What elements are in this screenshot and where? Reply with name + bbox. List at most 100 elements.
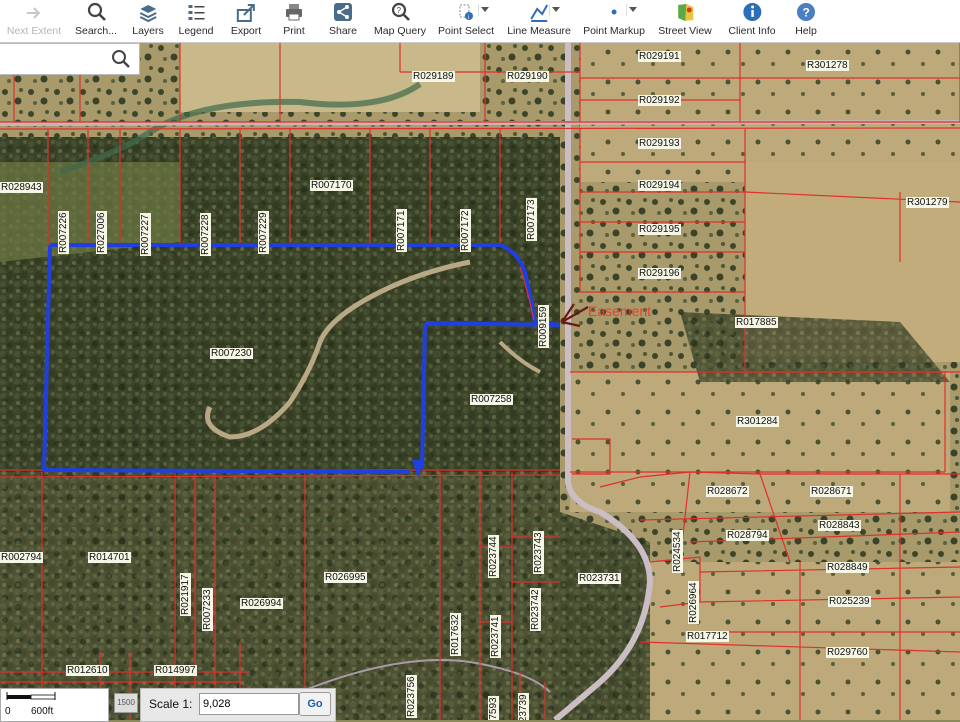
parcel-label[interactable]: R002794 <box>0 552 43 563</box>
parcel-label[interactable]: R007172 <box>460 209 471 252</box>
parcel-label[interactable]: R029760 <box>826 647 869 658</box>
toolbar: Next Extent Search... Layers Legend Export Pr… <box>0 0 960 43</box>
scale-preset-icon[interactable]: 1500 <box>114 693 138 713</box>
parcel-label[interactable]: R023739 <box>518 693 529 720</box>
toolbar-help-button[interactable]: ? Help <box>795 0 817 42</box>
parcel-label[interactable]: R301278 <box>806 60 849 71</box>
parcel-label[interactable]: R028843 <box>818 520 861 531</box>
toolbar-legend-button[interactable]: Legend <box>178 0 214 42</box>
toolbar-label: Point Select <box>437 25 495 37</box>
parcel-label[interactable]: R029189 <box>412 71 455 82</box>
parcel-label[interactable]: R023743 <box>533 531 544 574</box>
parcel-label[interactable]: R026964 <box>688 581 699 624</box>
export-icon <box>235 1 257 23</box>
toolbar-label: Map Query <box>374 25 426 37</box>
parcel-label[interactable]: R029194 <box>638 180 681 191</box>
point-markup-dropdown-icon[interactable] <box>626 4 637 16</box>
parcel-label[interactable]: R017885 <box>735 317 778 328</box>
parcel-label[interactable]: R029192 <box>638 95 681 106</box>
parcel-label[interactable]: R029190 <box>506 71 549 82</box>
parcel-label[interactable]: R017712 <box>686 631 729 642</box>
toolbar-map-query-button[interactable]: ? Map Query <box>374 0 426 42</box>
parcel-label[interactable]: R007227 <box>140 213 151 256</box>
parcel-label[interactable]: R028943 <box>0 182 43 193</box>
parcel-label[interactable]: R007258 <box>470 394 513 405</box>
point-markup-icon <box>603 1 625 23</box>
share-icon <box>332 1 354 23</box>
toolbar-export-button[interactable]: Export <box>231 0 261 42</box>
toolbar-search-button[interactable]: Search... <box>75 0 117 42</box>
parcel-label[interactable]: R028671 <box>810 486 853 497</box>
parcel-label[interactable]: R301284 <box>736 416 779 427</box>
point-select-dropdown-icon[interactable] <box>478 4 489 16</box>
parcel-label[interactable]: R028794 <box>726 530 769 541</box>
toolbar-share-button[interactable]: Share <box>329 0 357 42</box>
toolbar-label: Line Measure <box>507 25 571 37</box>
parcel-label[interactable]: R009159 <box>538 305 549 348</box>
parcel-label[interactable]: R023742 <box>530 588 541 631</box>
search-box[interactable] <box>0 43 140 75</box>
toolbar-client-info-button[interactable]: Client Info <box>728 0 776 42</box>
line-measure-icon <box>528 1 550 23</box>
parcel-label[interactable]: R023731 <box>578 573 621 584</box>
search-icon <box>85 1 107 23</box>
toolbar-label: Street View <box>658 25 712 37</box>
svg-text:?: ? <box>397 6 402 15</box>
scale-bar-end: 600ft <box>31 706 54 717</box>
parcel-label[interactable]: R025239 <box>828 596 871 607</box>
parcel-label[interactable]: R007230 <box>210 348 253 359</box>
toolbar-label: Print <box>283 25 305 37</box>
parcel-label[interactable]: R012610 <box>66 665 109 676</box>
parcel-label[interactable]: R007171 <box>396 209 407 252</box>
parcel-label[interactable]: R026995 <box>324 572 367 583</box>
parcel-label[interactable]: R007229 <box>258 211 269 254</box>
parcel-label[interactable]: R301279 <box>906 197 949 208</box>
parcel-label[interactable]: R029195 <box>638 224 681 235</box>
scale-bar-start: 0 <box>5 706 11 717</box>
easement-annotation: Easement <box>588 303 652 319</box>
scale-bar: 0 600ft <box>0 688 109 722</box>
parcel-label[interactable]: R023756 <box>406 675 417 718</box>
line-measure-dropdown-icon[interactable] <box>549 4 560 16</box>
parcel-label[interactable]: R007233 <box>202 588 213 631</box>
search-input[interactable] <box>4 49 108 69</box>
parcel-label[interactable]: R029196 <box>638 268 681 279</box>
toolbar-line-measure-button[interactable]: Line Measure <box>507 0 571 42</box>
parcel-label[interactable]: R023741 <box>490 615 501 658</box>
toolbar-next-extent-button[interactable]: Next Extent <box>7 0 61 42</box>
parcel-label[interactable]: R017593 <box>488 696 499 720</box>
toolbar-label: Next Extent <box>6 25 62 37</box>
parcel-label[interactable]: R024534 <box>672 530 683 573</box>
parcel-label[interactable]: R028849 <box>826 562 869 573</box>
toolbar-label: Legend <box>178 25 214 37</box>
toolbar-street-view-button[interactable]: Street View <box>658 0 712 42</box>
aerial-map[interactable] <box>0 42 960 720</box>
parcel-label[interactable]: R007170 <box>310 180 353 191</box>
parcel-label[interactable]: R014701 <box>88 552 131 563</box>
go-button[interactable]: Go <box>299 692 331 716</box>
map-view[interactable]: R029189 R029190 R029191 R301278 R029192 R0291… <box>0 42 960 720</box>
next-extent-icon <box>23 1 45 23</box>
parcel-label[interactable]: R014997 <box>154 665 197 676</box>
parcel-label[interactable]: R007173 <box>526 198 537 241</box>
parcel-label[interactable]: R027006 <box>96 211 107 254</box>
parcel-label[interactable]: R029193 <box>638 138 681 149</box>
parcel-label[interactable]: R026994 <box>240 598 283 609</box>
map-query-icon: ? <box>389 1 411 23</box>
scale-input[interactable] <box>199 693 299 715</box>
parcel-label[interactable]: R017632 <box>450 613 461 656</box>
scale-label: Scale 1: <box>149 697 193 711</box>
legend-icon <box>185 1 207 23</box>
print-icon <box>283 1 305 23</box>
parcel-label[interactable]: R028672 <box>706 486 749 497</box>
search-icon[interactable] <box>111 49 131 69</box>
parcel-label[interactable]: R023744 <box>488 535 499 578</box>
parcel-label[interactable]: R029191 <box>638 51 681 62</box>
toolbar-label: Export <box>230 25 262 37</box>
toolbar-layers-button[interactable]: Layers <box>132 0 164 42</box>
toolbar-print-button[interactable]: Print <box>283 0 305 42</box>
parcel-label[interactable]: R021917 <box>180 573 191 616</box>
toolbar-label: Help <box>795 25 817 37</box>
parcel-label[interactable]: R007226 <box>58 211 69 254</box>
parcel-label[interactable]: R007228 <box>200 213 211 256</box>
